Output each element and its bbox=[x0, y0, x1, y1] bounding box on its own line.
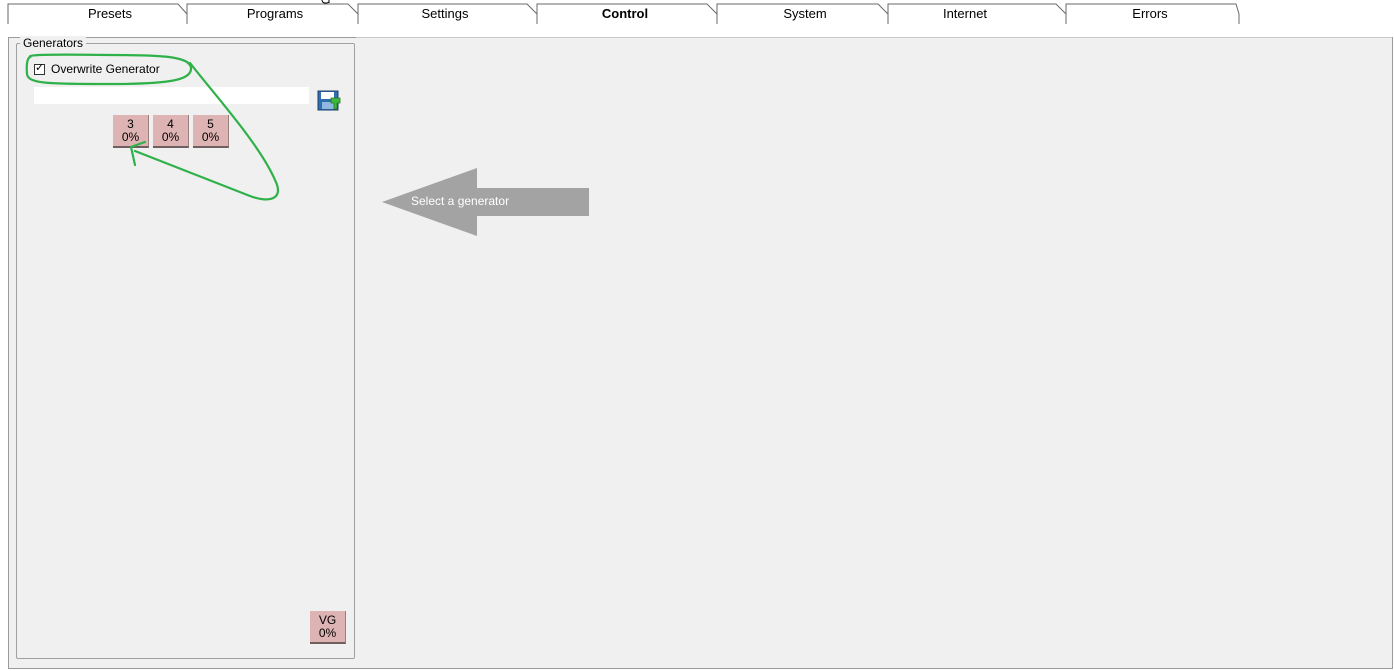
generator-button-5[interactable]: 5 0% bbox=[193, 115, 229, 148]
generator-3-value: 0% bbox=[121, 130, 140, 144]
check-mark-icon: ✓ bbox=[35, 61, 45, 74]
tab-bar: Presets Programs Settings Control System… bbox=[0, 0, 1394, 24]
generator-button-3[interactable]: 3 0% bbox=[113, 115, 149, 148]
generator-button-4[interactable]: 4 0% bbox=[153, 115, 189, 148]
generator-4-value: 0% bbox=[161, 130, 180, 144]
tab-errors[interactable]: Errors bbox=[1080, 6, 1220, 22]
app-window: Presets Programs Settings Control System… bbox=[0, 0, 1394, 671]
tab-programs[interactable]: Programs bbox=[210, 6, 340, 22]
tab-settings[interactable]: Settings bbox=[380, 6, 510, 22]
select-generator-hint: Select a generator bbox=[411, 194, 510, 208]
generator-button-vg[interactable]: VG 0% bbox=[310, 611, 346, 644]
save-disk-icon[interactable] bbox=[317, 88, 341, 112]
generator-5-value: 0% bbox=[201, 130, 220, 144]
generator-vg-value: 0% bbox=[318, 626, 337, 640]
generator-name-input[interactable] bbox=[34, 87, 309, 104]
overwrite-generator-checkbox[interactable]: ✓ Overwrite Generator bbox=[34, 61, 160, 77]
tab-presets[interactable]: Presets bbox=[40, 6, 180, 22]
stray-glyph bbox=[321, 0, 330, 4]
tab-control[interactable]: Control bbox=[560, 6, 690, 22]
tab-internet[interactable]: Internet bbox=[900, 6, 1030, 22]
checkbox-box[interactable]: ✓ bbox=[34, 61, 45, 75]
generators-group-title: Generators bbox=[20, 36, 87, 50]
tab-system[interactable]: System bbox=[740, 6, 870, 22]
divider bbox=[356, 37, 1392, 38]
overwrite-generator-label: Overwrite Generator bbox=[51, 62, 160, 76]
